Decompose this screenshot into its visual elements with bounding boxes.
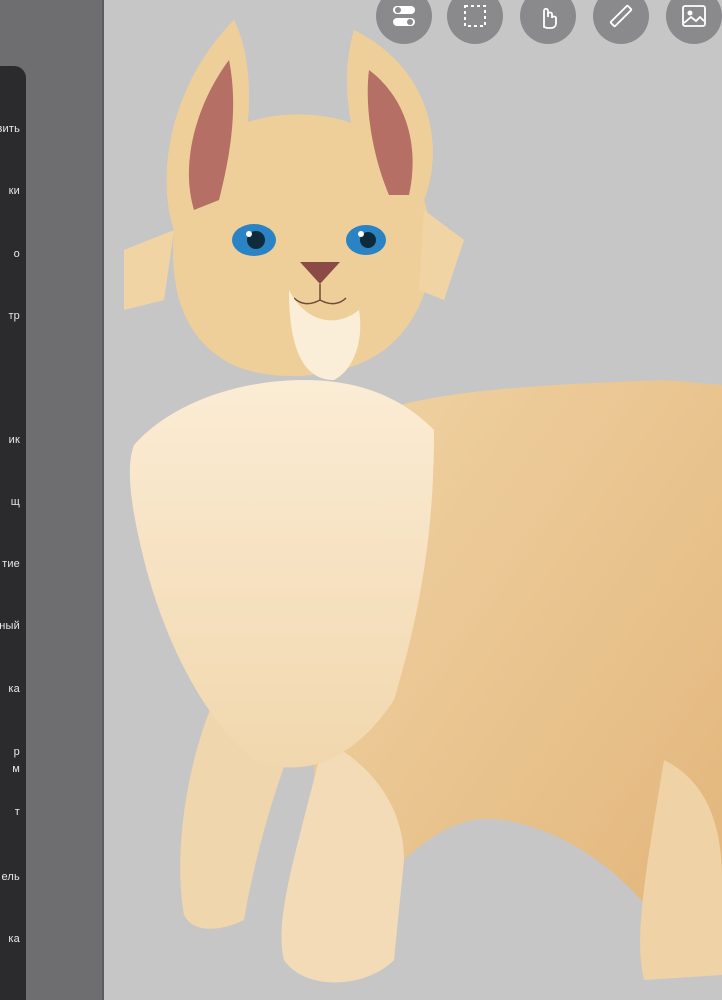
tool-label-13[interactable]: ель xyxy=(1,871,20,883)
tool-label-2[interactable]: ки xyxy=(9,185,20,197)
hand-icon xyxy=(543,7,557,29)
selection-icon xyxy=(464,5,486,27)
drawing-canvas[interactable] xyxy=(104,0,722,1000)
tool-label-14[interactable]: ка xyxy=(8,933,20,945)
tool-label-9[interactable]: ка xyxy=(8,683,20,695)
tool-label-8[interactable]: ный xyxy=(0,620,20,632)
tool-label-10[interactable]: р xyxy=(14,746,20,758)
tool-label-3[interactable]: о xyxy=(14,248,20,260)
tool-panel: вить ки о тр ик щ тие ный ка р м т ель к… xyxy=(0,66,26,1000)
ruler-icon xyxy=(609,4,633,28)
tool-label-6[interactable]: щ xyxy=(11,496,20,508)
toggle-icon xyxy=(393,6,415,26)
tool-label-12[interactable]: т xyxy=(15,806,20,818)
tool-label-4[interactable]: тр xyxy=(8,310,20,322)
tool-label-7[interactable]: тие xyxy=(2,558,20,570)
image-icon xyxy=(682,5,706,27)
tool-label-5[interactable]: ик xyxy=(9,434,20,446)
tool-label-1[interactable]: вить xyxy=(0,123,20,135)
cat-artwork xyxy=(124,20,722,983)
tool-label-11[interactable]: м xyxy=(12,763,20,775)
